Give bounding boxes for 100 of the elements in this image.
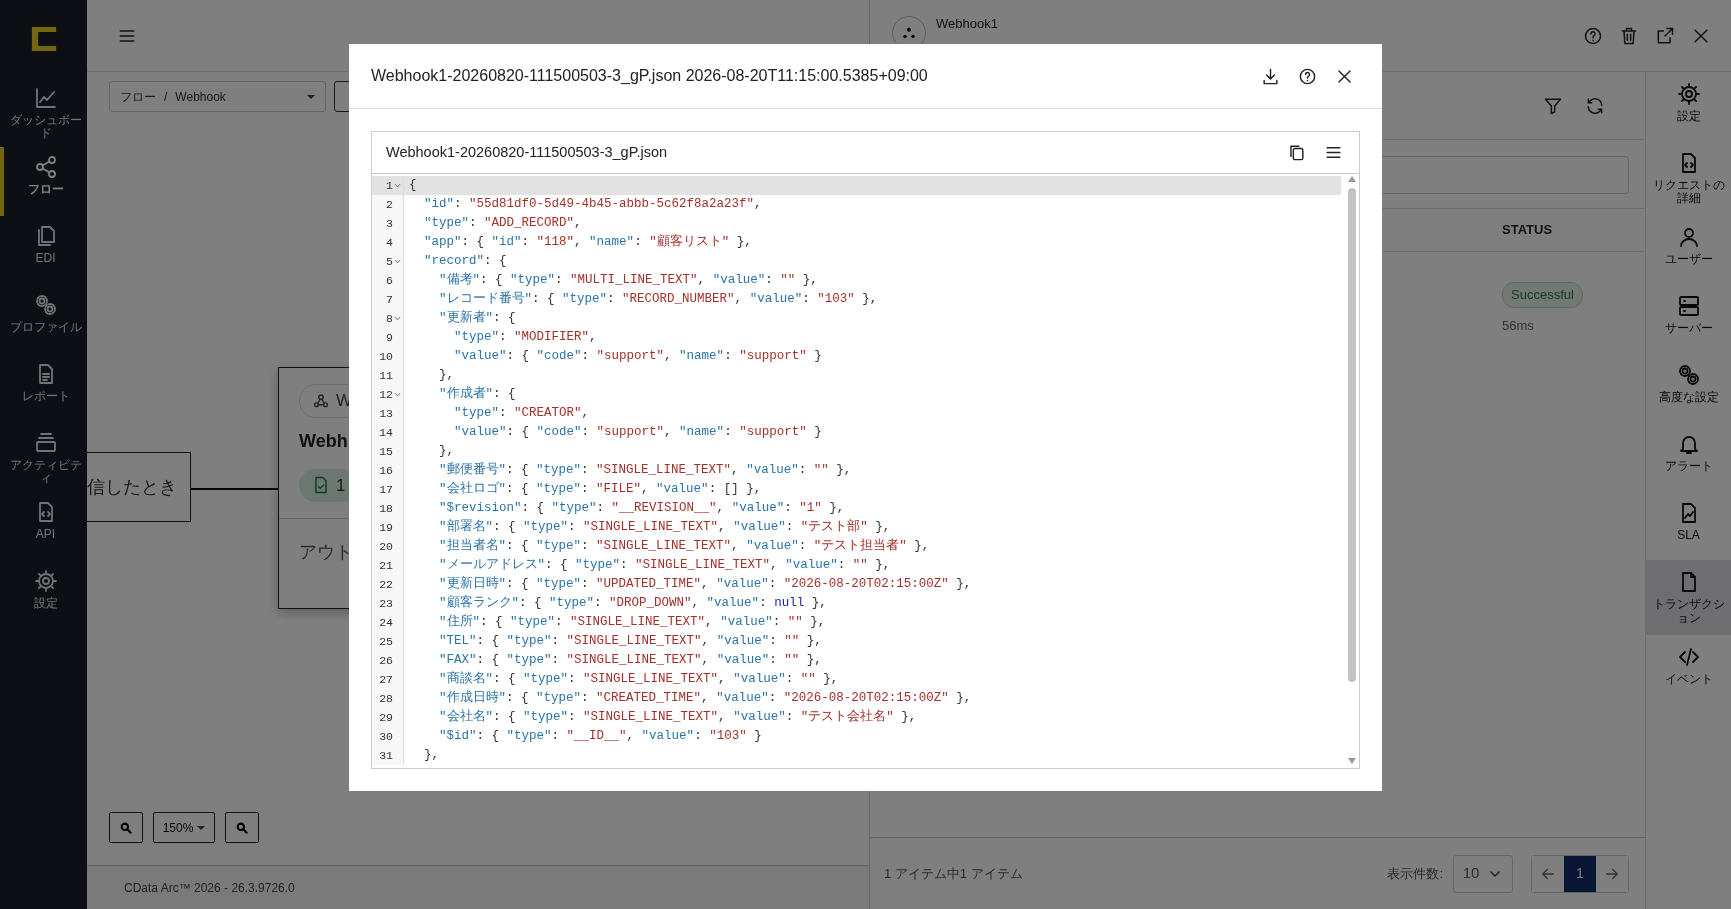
page-button[interactable]: 1 <box>1564 855 1596 892</box>
trigger-node[interactable]: 信したとき <box>87 452 191 522</box>
code-line: "会社名": { "type": "SINGLE_LINE_TEXT", "value": "テスト会社名" }, <box>438 708 918 726</box>
magnifier-icon <box>235 820 249 835</box>
zoom-in-button[interactable] <box>109 812 143 843</box>
fold-icon[interactable] <box>394 391 401 398</box>
fold-icon[interactable] <box>394 315 401 322</box>
magnifier-icon <box>119 820 133 835</box>
item-count-text: 1 アイテム中1 アイテム <box>884 864 1023 883</box>
panel-nav-item[interactable]: リクエストの詳細 <box>1646 141 1731 216</box>
sidebar-item[interactable]: レポート <box>0 354 87 424</box>
code-line: "type": "ADD_RECORD", <box>423 215 583 232</box>
zoom-out-button[interactable] <box>225 812 259 843</box>
sidebar-item[interactable]: 設定 <box>0 561 87 631</box>
column-header: STATUS <box>1502 221 1553 240</box>
sidebar-item[interactable]: プロファイル <box>0 285 87 355</box>
code-line: "TEL": { "type": "SINGLE_LINE_TEXT", "value": "" }, <box>438 633 823 650</box>
code-line: "住所": { "type": "SINGLE_LINE_TEXT", "value": "" }, <box>438 613 827 631</box>
code-line: "record": { <box>423 253 508 270</box>
external-link-icon[interactable] <box>1655 25 1675 46</box>
line-number: 9 <box>386 330 393 346</box>
code-line: "顧客ランク": { "type": "DROP_DOWN", "value": null }, <box>438 594 828 612</box>
sidebar-item[interactable]: ダッシュボード <box>0 78 87 148</box>
sidebar-item[interactable]: アクティビティ <box>0 423 87 493</box>
zoom-select[interactable]: 150% <box>153 812 215 843</box>
panel-nav-item[interactable]: サーバー <box>1646 284 1731 354</box>
line-number: 19 <box>379 520 393 536</box>
line-number: 28 <box>379 691 393 707</box>
line-number: 16 <box>379 463 393 479</box>
panel-nav-item[interactable]: トランザクション <box>1646 560 1731 635</box>
code-line: }, <box>423 747 440 764</box>
line-number: 22 <box>379 577 393 593</box>
breadcrumb-select[interactable]: フロー / Webhook <box>109 81 326 112</box>
line-number: 10 <box>379 349 393 365</box>
line-number: 17 <box>379 482 393 498</box>
line-number: 15 <box>379 444 393 460</box>
line-number: 26 <box>379 653 393 669</box>
sidebar-item[interactable]: フロー <box>0 147 87 217</box>
code-line: "作成日時": { "type": "CREATED_TIME", "value": "2026-08-20T02:15:00Z" }, <box>438 689 973 707</box>
sidebar-item[interactable]: EDI <box>0 216 87 286</box>
status-badge: Successful <box>1502 282 1583 308</box>
fold-icon[interactable] <box>394 182 401 189</box>
code-line: "作成者": { <box>438 385 517 403</box>
logo-icon <box>30 26 57 52</box>
line-number: 31 <box>379 748 393 764</box>
node-title: Webh <box>299 429 348 453</box>
line-number: 4 <box>386 235 393 251</box>
code-line: "app": { "id": "118", "name": "顧客リスト" }, <box>423 233 753 251</box>
line-number: 18 <box>379 501 393 517</box>
line-number: 8 <box>386 311 393 327</box>
code-line: "更新日時": { "type": "UPDATED_TIME", "value": "2026-08-20T02:15:00Z" }, <box>438 575 973 593</box>
version-text: CData Arc™ 2026 - 26.3.9726.0 <box>87 865 869 909</box>
code-line: }, <box>438 367 455 384</box>
line-number: 14 <box>379 425 393 441</box>
code-line: }, <box>438 443 455 460</box>
caret-icon <box>307 94 315 99</box>
code-line: "$id": { "type": "__ID__", "value": "103" } <box>438 728 763 745</box>
line-number: 21 <box>379 558 393 574</box>
code-line: "id": "55d81df0-5d49-4b45-abbb-5c62f8a2a23f", <box>423 196 763 213</box>
code-line: "更新者": { <box>438 309 517 327</box>
panel-nav-item[interactable]: 設定 <box>1646 72 1731 141</box>
line-number: 2 <box>386 197 393 213</box>
code-line: "value": { "code": "support", "name": "support" } <box>453 424 823 441</box>
code-line: "部署名": { "type": "SINGLE_LINE_TEXT", "value": "テスト部" }, <box>438 518 892 536</box>
page-size-select[interactable]: 10 <box>1453 854 1513 893</box>
code-line: "type": "CREATOR", <box>453 405 591 422</box>
code-line: "FAX": { "type": "SINGLE_LINE_TEXT", "value": "" }, <box>438 652 823 669</box>
line-number: 12 <box>379 387 393 403</box>
node-section-label: アウト <box>299 542 353 562</box>
code-line: "メールアドレス": { "type": "SINGLE_LINE_TEXT", "value": "" }, <box>438 557 892 574</box>
line-number: 7 <box>386 292 393 308</box>
line-number: 30 <box>379 729 393 745</box>
line-number: 13 <box>379 406 393 422</box>
code-line: "レコード番号": { "type": "RECORD_NUMBER", "value": "103" }, <box>438 290 879 308</box>
code-line: "備考": { "type": "MULTI_LINE_TEXT", "value": "" }, <box>438 271 819 289</box>
panel-nav-item[interactable]: ユーザー <box>1646 215 1731 285</box>
panel-nav-item[interactable]: アラート <box>1646 422 1731 492</box>
line-number: 27 <box>379 672 393 688</box>
download-icon[interactable] <box>1261 66 1280 86</box>
copy-icon[interactable] <box>1287 143 1306 162</box>
fold-icon[interactable] <box>394 258 401 265</box>
code-line: "$revision": { "type": "__REVISION__", "value": "1" }, <box>438 500 846 517</box>
code-line: "担当者名": { "type": "SINGLE_LINE_TEXT", "value": "テスト担当者" }, <box>438 537 931 555</box>
refresh-icon[interactable] <box>1585 95 1605 116</box>
line-number: 1 <box>386 178 393 194</box>
line-number: 6 <box>386 273 393 289</box>
line-number: 23 <box>379 596 393 612</box>
panel-nav-item[interactable]: 高度な設定 <box>1646 353 1731 423</box>
code-line: "会社ロゴ": { "type": "FILE", "value": [] }, <box>438 480 763 498</box>
file-name: Webhook1-20260820-111500503-3_gP.json <box>386 142 668 162</box>
line-number: 11 <box>379 368 393 384</box>
dialog-title: Webhook1-20260820-111500503-3_gP.json 2026-08-20T11:15:00.5385+09:00 <box>371 66 928 86</box>
page-size-label: 表示件数: <box>1387 864 1443 883</box>
sidebar-item[interactable]: API <box>0 492 87 562</box>
duration-text: 56ms <box>1502 316 1534 335</box>
line-number: 3 <box>386 216 393 232</box>
trash-icon[interactable] <box>1619 25 1639 46</box>
code-line: "value": { "code": "support", "name": "support" } <box>453 348 823 365</box>
line-number: 24 <box>379 615 393 631</box>
help-icon[interactable] <box>1298 66 1317 86</box>
